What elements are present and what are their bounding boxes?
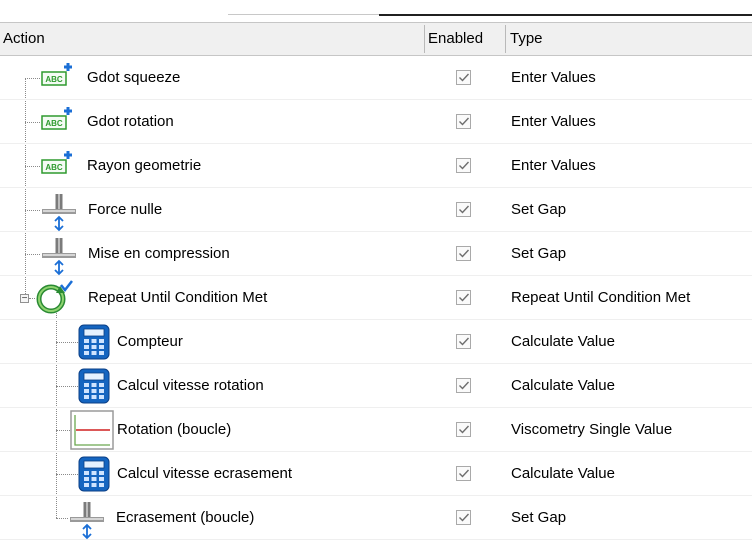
action-type: Enter Values [511, 157, 596, 174]
abc-add-icon: ABC [40, 60, 84, 98]
action-label: Compteur [117, 333, 183, 350]
action-type: Set Gap [511, 201, 567, 218]
action-row[interactable]: Calcul vitesse rotation Calculate Value [0, 364, 752, 408]
action-type: Enter Values [511, 69, 596, 86]
enabled-checkbox[interactable] [456, 290, 471, 305]
action-type: Set Gap [511, 245, 567, 262]
enabled-checkbox[interactable] [456, 422, 471, 437]
action-type: Set Gap [511, 509, 567, 526]
action-label: Ecrasement (boucle) [116, 509, 255, 526]
gap-icon [40, 236, 82, 280]
action-label: Calcul vitesse rotation [117, 377, 264, 394]
enabled-checkbox[interactable] [456, 378, 471, 393]
calculator-icon [78, 456, 110, 496]
action-label: Rotation (boucle) [117, 421, 232, 438]
enabled-checkbox[interactable] [456, 246, 471, 261]
enabled-checkbox[interactable] [456, 334, 471, 349]
action-type: Calculate Value [511, 465, 615, 482]
action-row[interactable]: ABC Rayon geometrie Enter Values [0, 144, 752, 188]
action-type: Calculate Value [511, 377, 615, 394]
action-row[interactable]: Rotation (boucle) Viscometry Single Value [0, 408, 752, 452]
action-row[interactable]: Repeat Until Condition Met Repeat Until C… [0, 276, 752, 320]
tab-edge [228, 14, 379, 15]
action-label: Gdot squeeze [87, 69, 181, 86]
action-type: Enter Values [511, 113, 596, 130]
enabled-checkbox[interactable] [456, 114, 471, 129]
enabled-checkbox[interactable] [456, 70, 471, 85]
action-row[interactable]: Ecrasement (boucle) Set Gap [0, 496, 752, 540]
enabled-checkbox[interactable] [456, 510, 471, 525]
action-row[interactable]: Compteur Calculate Value [0, 320, 752, 364]
tab-edge [379, 14, 752, 16]
calculator-icon [78, 368, 110, 408]
action-label: Repeat Until Condition Met [88, 289, 268, 306]
gap-icon [40, 192, 82, 236]
action-label: Gdot rotation [87, 113, 174, 130]
action-row[interactable]: Calcul vitesse ecrasement Calculate Value [0, 452, 752, 496]
abc-add-icon: ABC [40, 104, 84, 142]
enabled-checkbox[interactable] [456, 202, 471, 217]
abc-add-icon: ABC [40, 148, 84, 186]
action-row[interactable]: ABC Gdot rotation Enter Values [0, 100, 752, 144]
svg-text:ABC: ABC [45, 75, 63, 84]
calculator-icon [78, 324, 110, 364]
action-label: Mise en compression [88, 245, 230, 262]
action-label: Calcul vitesse ecrasement [117, 465, 293, 482]
svg-text:ABC: ABC [45, 163, 63, 172]
column-header-enabled[interactable]: Enabled [425, 23, 505, 55]
row-divider [0, 539, 752, 540]
column-header: Action Enabled Type [0, 22, 752, 56]
action-label: Force nulle [88, 201, 163, 218]
action-row[interactable]: Mise en compression Set Gap [0, 232, 752, 276]
action-type: Calculate Value [511, 333, 615, 350]
top-strip [0, 0, 752, 22]
viscometry-chart-icon [70, 410, 114, 454]
column-header-action[interactable]: Action [0, 23, 424, 55]
action-row[interactable]: Force nulle Set Gap [0, 188, 752, 232]
enabled-checkbox[interactable] [456, 466, 471, 481]
svg-text:ABC: ABC [45, 119, 63, 128]
collapse-toggle-icon[interactable]: − [20, 294, 29, 304]
column-header-type[interactable]: Type [506, 23, 752, 55]
action-label: Rayon geometrie [87, 157, 202, 174]
enabled-checkbox[interactable] [456, 158, 471, 173]
repeat-loop-icon [34, 280, 74, 320]
action-type: Repeat Until Condition Met [511, 289, 691, 306]
action-type: Viscometry Single Value [511, 421, 673, 438]
gap-icon [68, 500, 110, 544]
action-row[interactable]: ABC Gdot squeeze Enter Values [0, 56, 752, 100]
